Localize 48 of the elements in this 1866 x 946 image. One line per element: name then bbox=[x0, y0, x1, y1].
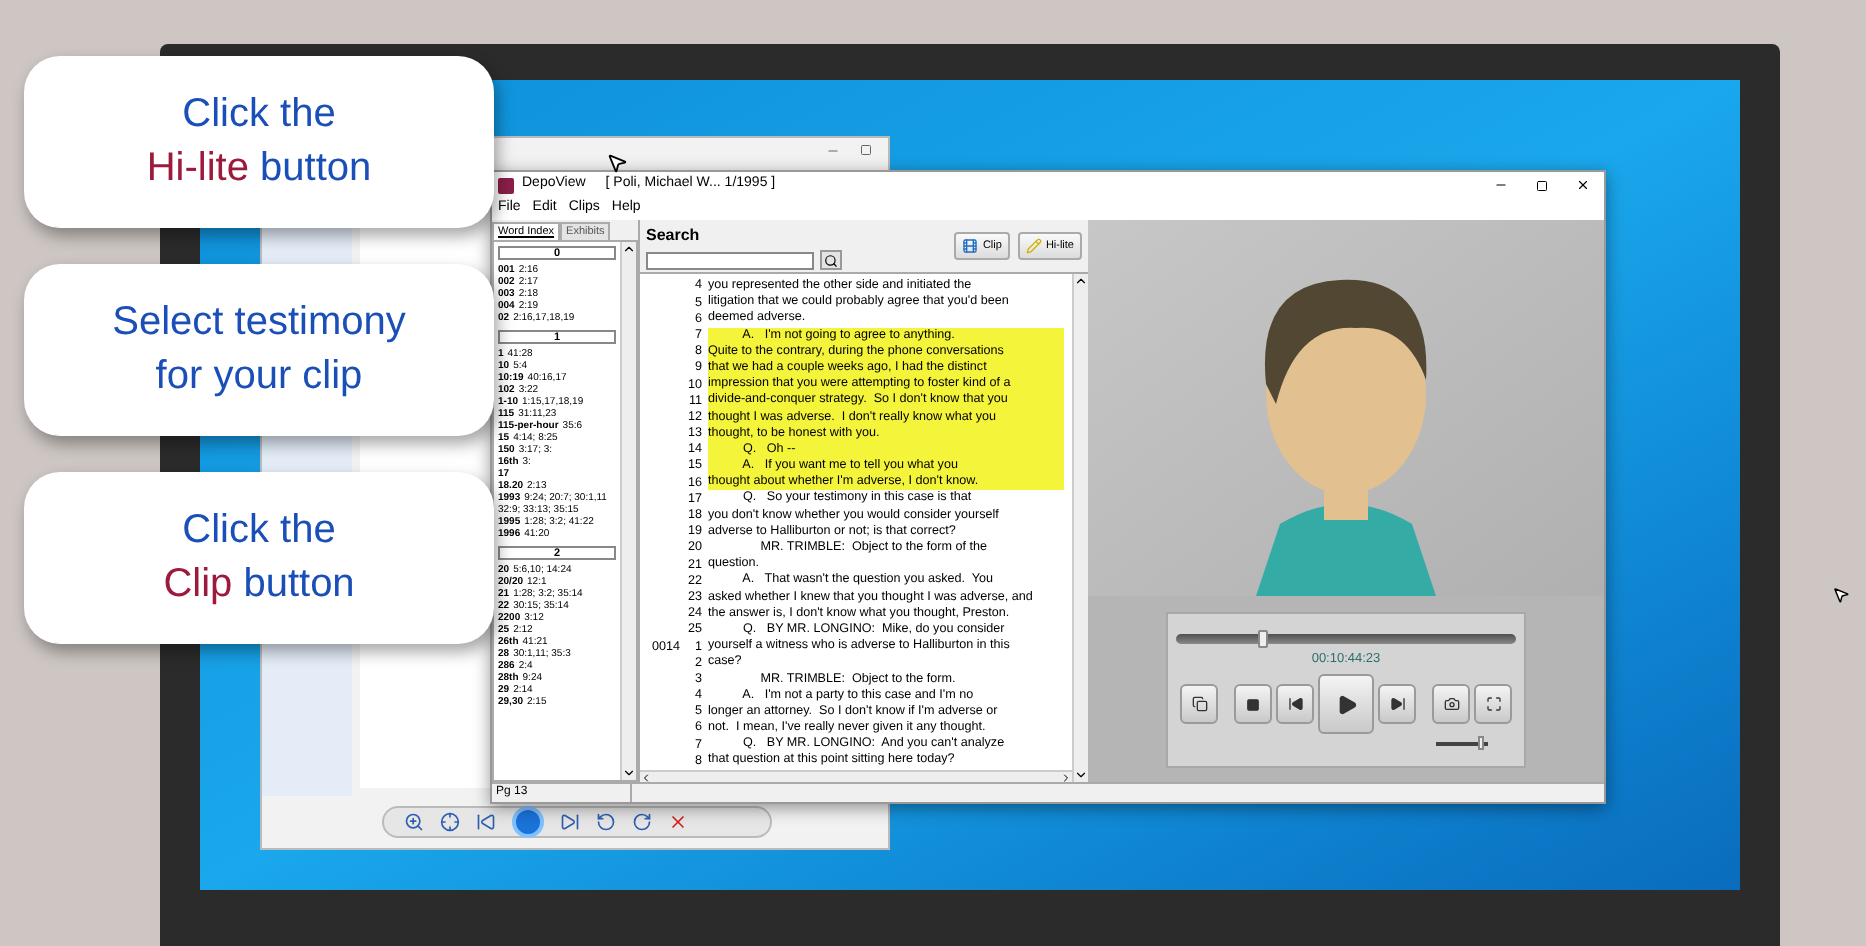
fullscreen-icon bbox=[1485, 696, 1501, 713]
app-logo-icon bbox=[498, 177, 514, 193]
zoom-icon[interactable] bbox=[404, 812, 424, 832]
scroll-right-icon[interactable] bbox=[1060, 771, 1072, 784]
first-page-icon[interactable] bbox=[476, 812, 496, 832]
skip-forward-icon bbox=[1389, 696, 1405, 713]
horizontal-scrollbar[interactable] bbox=[640, 769, 1072, 784]
fullscreen-button[interactable] bbox=[1474, 684, 1512, 725]
volume-track[interactable] bbox=[1436, 742, 1488, 747]
copy-icon bbox=[1191, 696, 1207, 713]
redo-icon[interactable] bbox=[632, 812, 652, 832]
stop-icon bbox=[1246, 697, 1260, 712]
callout-text: Click the Hi-lite button bbox=[146, 90, 372, 194]
search-button[interactable] bbox=[820, 250, 842, 270]
progress-track[interactable] bbox=[1176, 633, 1516, 643]
undo-icon[interactable] bbox=[596, 812, 616, 832]
record-button[interactable] bbox=[512, 806, 544, 838]
minimize-icon[interactable] bbox=[1494, 178, 1508, 192]
mouse-cursor-icon bbox=[1832, 586, 1850, 604]
scroll-up-icon[interactable] bbox=[622, 242, 636, 256]
next-button[interactable] bbox=[1378, 684, 1416, 725]
scroll-up-icon[interactable] bbox=[1074, 274, 1088, 288]
close-icon[interactable] bbox=[1576, 178, 1590, 192]
scroll-left-icon[interactable] bbox=[640, 771, 652, 784]
scrollbar[interactable] bbox=[1072, 274, 1088, 782]
play-button[interactable] bbox=[1318, 674, 1374, 735]
skip-back-icon bbox=[1287, 696, 1303, 713]
progress-thumb[interactable] bbox=[1257, 629, 1267, 647]
callout-text: Select testimony for your clip bbox=[112, 298, 406, 402]
scroll-down-icon[interactable] bbox=[1074, 768, 1088, 782]
volume-thumb[interactable] bbox=[1478, 736, 1485, 751]
film-icon bbox=[962, 238, 979, 254]
scroll-down-icon[interactable] bbox=[622, 766, 636, 780]
scrollbar[interactable] bbox=[620, 242, 636, 780]
search-icon bbox=[824, 253, 838, 267]
snapshot-button[interactable] bbox=[1432, 684, 1470, 725]
camera-icon bbox=[1443, 696, 1459, 713]
previous-button[interactable] bbox=[1276, 684, 1314, 725]
clip-export-button[interactable] bbox=[1180, 684, 1218, 725]
search-label: Search bbox=[646, 224, 702, 248]
crosshair-icon[interactable] bbox=[440, 812, 460, 832]
pencil-icon bbox=[1025, 238, 1042, 254]
maximize-icon[interactable] bbox=[1536, 179, 1548, 191]
play-icon bbox=[1335, 693, 1357, 716]
search-field[interactable] bbox=[646, 251, 814, 269]
last-page-icon[interactable] bbox=[560, 812, 580, 832]
callout-text: Click the Clip button bbox=[163, 506, 355, 610]
stop-button[interactable] bbox=[1234, 684, 1272, 725]
